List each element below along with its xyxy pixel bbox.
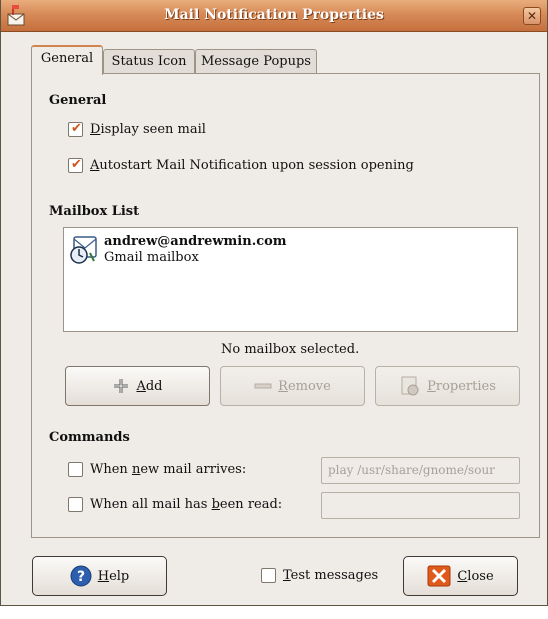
mailbox-list[interactable]: andrew@andrewmin.com Gmail mailbox bbox=[63, 227, 518, 332]
mailbox-properties-button[interactable]: Properties bbox=[375, 366, 520, 406]
mailbox-selection-status: No mailbox selected. bbox=[221, 342, 360, 357]
autostart-checkbox[interactable]: ✔ Autostart Mail Notification upon sessi… bbox=[68, 158, 414, 173]
properties-label: Properties bbox=[427, 378, 496, 394]
new-mail-command-box[interactable] bbox=[68, 462, 83, 477]
tab-general-label: General bbox=[40, 51, 94, 66]
all-read-command-field[interactable] bbox=[321, 492, 520, 519]
add-icon bbox=[112, 377, 130, 395]
general-section-title: General bbox=[49, 93, 107, 108]
help-label: Help bbox=[97, 568, 130, 584]
commands-section-title: Commands bbox=[49, 430, 130, 445]
close-button[interactable]: Close bbox=[403, 556, 518, 596]
mailbox-list-section-title: Mailbox List bbox=[49, 204, 140, 219]
close-label: Close bbox=[457, 568, 494, 584]
tab-status-icon-label: Status Icon bbox=[111, 54, 187, 69]
display-seen-mail-label: Display seen mail bbox=[90, 122, 206, 137]
autostart-label: Autostart Mail Notification upon session… bbox=[90, 158, 414, 173]
tab-message-popups-label: Message Popups bbox=[201, 54, 311, 69]
display-seen-mail-box[interactable]: ✔ bbox=[68, 122, 83, 137]
autostart-box[interactable]: ✔ bbox=[68, 158, 83, 173]
remove-icon bbox=[254, 382, 272, 390]
new-mail-command-checkbox[interactable]: When new mail arrives: bbox=[68, 462, 246, 477]
all-read-command-checkbox[interactable]: When all mail has been read: bbox=[68, 497, 282, 512]
test-messages-checkbox[interactable]: Test messages bbox=[261, 568, 378, 583]
add-mailbox-button[interactable]: Add bbox=[65, 366, 210, 406]
window-title: Mail Notification Properties bbox=[164, 7, 384, 23]
title-bar[interactable]: Mail Notification Properties ✕ bbox=[1, 0, 547, 32]
checkmark-icon: ✔ bbox=[71, 157, 82, 172]
add-label: Add bbox=[136, 378, 163, 394]
checkmark-icon: ✔ bbox=[71, 121, 82, 136]
tab-general[interactable]: General bbox=[31, 45, 103, 75]
remove-mailbox-button[interactable]: Remove bbox=[220, 366, 365, 406]
new-mail-command-field[interactable]: play /usr/share/gnome/sour bbox=[321, 457, 520, 484]
remove-label: Remove bbox=[278, 378, 331, 394]
svg-text:?: ? bbox=[77, 569, 85, 585]
properties-window: Mail Notification Properties ✕ General S… bbox=[0, 0, 548, 606]
test-messages-box[interactable] bbox=[261, 568, 276, 583]
mailbox-type: Gmail mailbox bbox=[104, 250, 199, 265]
window-close-icon[interactable]: ✕ bbox=[523, 7, 541, 25]
help-icon: ? bbox=[70, 565, 92, 587]
all-read-command-label: When all mail has been read: bbox=[90, 497, 283, 512]
all-read-command-box[interactable] bbox=[68, 497, 83, 512]
test-messages-label: Test messages bbox=[283, 568, 379, 583]
properties-icon bbox=[399, 375, 421, 397]
new-mail-command-label: When new mail arrives: bbox=[90, 462, 247, 477]
display-seen-mail-checkbox[interactable]: ✔ Display seen mail bbox=[68, 122, 206, 137]
mailbox-name: andrew@andrewmin.com bbox=[104, 234, 287, 249]
close-icon bbox=[427, 565, 451, 587]
help-button[interactable]: ? Help bbox=[32, 556, 167, 596]
gmail-mailbox-icon bbox=[68, 235, 98, 265]
